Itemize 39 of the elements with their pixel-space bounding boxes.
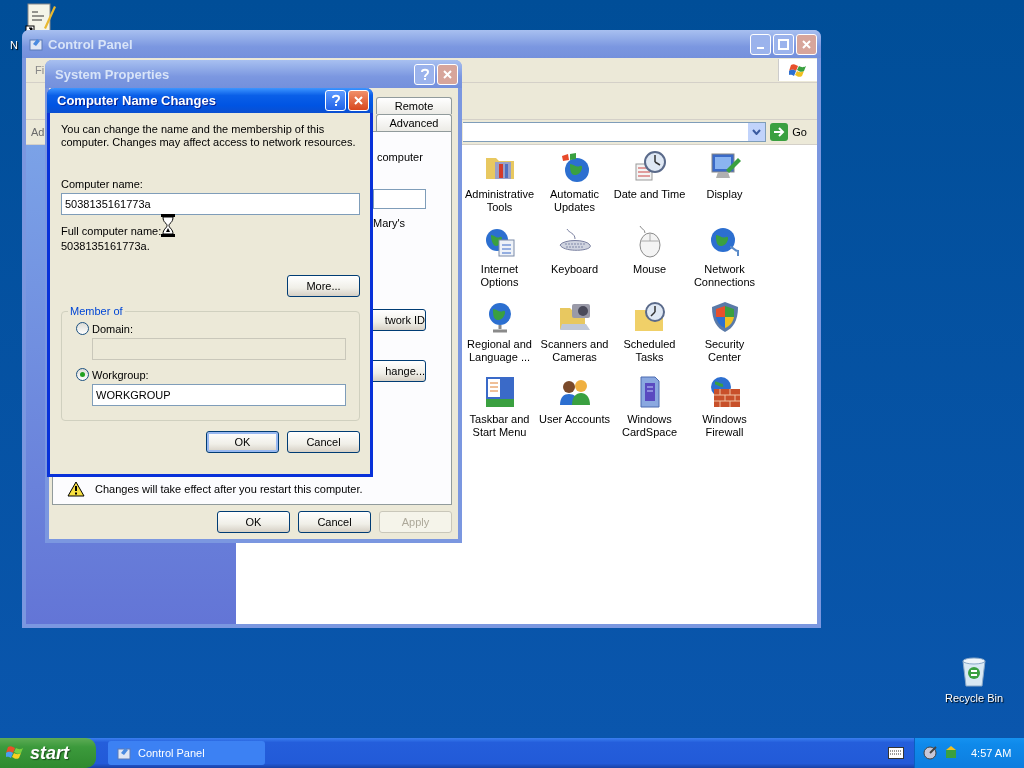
taskbar-button[interactable]: Control Panel bbox=[108, 741, 265, 765]
radio-button[interactable]: Workgroup: bbox=[76, 368, 346, 381]
start-button[interactable]: start bbox=[0, 738, 96, 768]
arrow-right-icon bbox=[770, 123, 789, 141]
help-button[interactable] bbox=[325, 90, 346, 111]
window-title: Computer Name Changes bbox=[57, 93, 217, 108]
hourglass-icon bbox=[161, 214, 175, 237]
address-label: Ad bbox=[31, 126, 45, 138]
group-title: Member of bbox=[68, 305, 125, 317]
dialog-button[interactable]: OK bbox=[206, 431, 279, 453]
folder-clock-icon bbox=[632, 300, 667, 334]
full-name-text: 5038135161773a. bbox=[61, 240, 150, 252]
notice-text: Changes will take effect after you restart this computer. bbox=[95, 483, 363, 495]
more-button[interactable]: More... bbox=[287, 275, 360, 297]
keyboard-icon bbox=[888, 747, 904, 759]
dialog-button[interactable]: Cancel bbox=[287, 431, 360, 453]
desktop-icon-label[interactable]: N bbox=[10, 39, 18, 51]
label-text: Mary's bbox=[373, 217, 406, 229]
windows-flag-icon bbox=[6, 744, 26, 762]
maximize-icon bbox=[776, 36, 791, 52]
clock-text: 4:57 AM bbox=[971, 747, 1012, 759]
clock-icon bbox=[632, 150, 667, 184]
desktop-icon-label[interactable]: Recycle Bin bbox=[944, 692, 1004, 704]
recycle-bin-icon bbox=[959, 656, 989, 688]
text-field[interactable]: WORKGROUP bbox=[92, 384, 346, 406]
warning-icon bbox=[67, 481, 85, 497]
minimize-icon bbox=[757, 47, 764, 49]
field-label: Computer name: bbox=[61, 178, 143, 190]
window-title: System Properties bbox=[55, 66, 171, 82]
windows-flag-icon bbox=[789, 62, 807, 78]
computer-name-field[interactable]: 5038135161773a bbox=[61, 193, 360, 215]
label-text: computer bbox=[377, 151, 423, 163]
intro-text: You can change the name and the membership of this computer. Changes may affect access to network resources. bbox=[61, 123, 357, 149]
close-button[interactable] bbox=[348, 90, 369, 111]
window-title: Control Panel bbox=[48, 36, 134, 52]
radio-button[interactable]: Domain: bbox=[76, 322, 346, 335]
field-label: Full computer name: bbox=[61, 225, 162, 237]
control-panel-icon bbox=[28, 36, 44, 52]
control-panel-icon bbox=[116, 745, 132, 761]
